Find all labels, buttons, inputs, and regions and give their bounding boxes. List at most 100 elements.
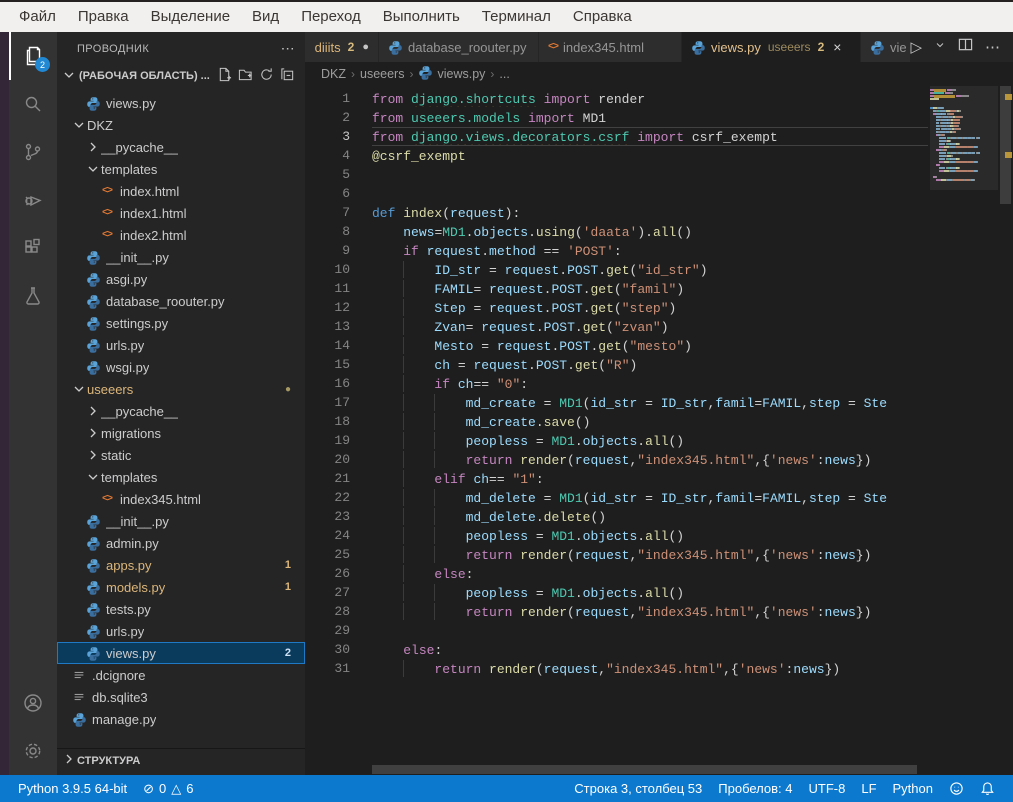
code-line-9[interactable]: 9 if request.method == 'POST': [305, 241, 928, 260]
new-folder-icon[interactable] [238, 67, 253, 85]
code-line-4[interactable]: 4@csrf_exempt [305, 146, 928, 165]
search-icon[interactable] [9, 80, 57, 128]
tree-file-admin.py[interactable]: admin.py [57, 532, 305, 554]
tree-folder-migrations[interactable]: migrations [57, 422, 305, 444]
line-number[interactable]: 19 [305, 431, 350, 450]
line-number[interactable]: 15 [305, 355, 350, 374]
account-icon[interactable] [9, 679, 57, 727]
tree-file-manage.py[interactable]: manage.py [57, 708, 305, 730]
line-number[interactable]: 6 [305, 184, 350, 203]
extensions-icon[interactable] [9, 224, 57, 272]
menu-item-Справка[interactable]: Справка [562, 2, 643, 32]
code-line-18[interactable]: 18 md_create.save() [305, 412, 928, 431]
code-line-2[interactable]: 2from useeers.models import MD1 [305, 108, 928, 127]
tree-file-index1.html[interactable]: <>index1.html [57, 202, 305, 224]
run-dropdown-icon[interactable] [934, 38, 946, 56]
line-number[interactable]: 5 [305, 165, 350, 184]
tab-diiits[interactable]: diiits2● [305, 32, 379, 62]
code-line-30[interactable]: 30 else: [305, 640, 928, 659]
code-line-13[interactable]: 13 Zvan= request.POST.get("zvan") [305, 317, 928, 336]
problems-status[interactable]: ⊘ 0 △ 6 [135, 775, 201, 802]
line-number[interactable]: 12 [305, 298, 350, 317]
line-number[interactable]: 23 [305, 507, 350, 526]
code-line-19[interactable]: 19 peopless = MD1.objects.all() [305, 431, 928, 450]
explorer-icon[interactable]: 2 [9, 32, 57, 80]
tree-file-index2.html[interactable]: <>index2.html [57, 224, 305, 246]
source-control-icon[interactable] [9, 128, 57, 176]
code-line-27[interactable]: 27 peopless = MD1.objects.all() [305, 583, 928, 602]
indentation-status[interactable]: Пробелов: 4 [710, 775, 800, 802]
cursor-position-status[interactable]: Строка 3, столбец 53 [566, 775, 710, 802]
line-number[interactable]: 21 [305, 469, 350, 488]
tree-file-settings.py[interactable]: settings.py [57, 312, 305, 334]
code-line-7[interactable]: 7def index(request): [305, 203, 928, 222]
line-number[interactable]: 27 [305, 583, 350, 602]
tree-folder-DKZ[interactable]: DKZ [57, 114, 305, 136]
tree-file-views.py[interactable]: views.py [57, 92, 305, 114]
line-number[interactable]: 22 [305, 488, 350, 507]
feedback-icon[interactable] [941, 775, 972, 802]
python-interpreter-status[interactable]: Python 3.9.5 64-bit [10, 775, 135, 802]
code-line-22[interactable]: 22 md_delete = MD1(id_str = ID_str,famil… [305, 488, 928, 507]
line-number[interactable]: 4 [305, 146, 350, 165]
tree-file-asgi.py[interactable]: asgi.py [57, 268, 305, 290]
line-number[interactable]: 30 [305, 640, 350, 659]
code-line-14[interactable]: 14 Mesto = request.POST.get("mesto") [305, 336, 928, 355]
workspace-section-header[interactable]: (РАБОЧАЯ ОБЛАСТЬ) ... [57, 64, 305, 88]
code-line-11[interactable]: 11 FAMIL= request.POST.get("famil") [305, 279, 928, 298]
tree-folder-__pycache__[interactable]: __pycache__ [57, 400, 305, 422]
tree-file-urls.py[interactable]: urls.py [57, 334, 305, 356]
line-number[interactable]: 13 [305, 317, 350, 336]
code-line-10[interactable]: 10 ID_str = request.POST.get("id_str") [305, 260, 928, 279]
code-line-8[interactable]: 8 news=MD1.objects.using('daata').all() [305, 222, 928, 241]
menu-item-Правка[interactable]: Правка [67, 2, 140, 32]
line-number[interactable]: 9 [305, 241, 350, 260]
breadcrumb-item-DKZ[interactable]: DKZ [321, 67, 346, 81]
line-number[interactable]: 28 [305, 602, 350, 621]
collapse-folders-icon[interactable] [280, 67, 295, 85]
code-line-26[interactable]: 26 else: [305, 564, 928, 583]
menu-item-Терминал[interactable]: Терминал [471, 2, 562, 32]
code-line-25[interactable]: 25 return render(request,"index345.html"… [305, 545, 928, 564]
refresh-icon[interactable] [259, 67, 274, 85]
tree-file-index.html[interactable]: <>index.html [57, 180, 305, 202]
tree-file-__init__.py[interactable]: __init__.py [57, 510, 305, 532]
tree-file-views.py[interactable]: views.py2 [57, 642, 305, 664]
code-editor[interactable]: 1from django.shortcuts import render2fro… [305, 86, 1013, 775]
breadcrumb-item-views.py[interactable]: views.py [418, 65, 485, 83]
code-line-20[interactable]: 20 return render(request,"index345.html"… [305, 450, 928, 469]
line-number[interactable]: 24 [305, 526, 350, 545]
tree-folder-__pycache__[interactable]: __pycache__ [57, 136, 305, 158]
line-number[interactable]: 3 [305, 127, 350, 146]
tab-index345.html[interactable]: <>index345.html [539, 32, 682, 62]
code-line-31[interactable]: 31 return render(request,"index345.html"… [305, 659, 928, 678]
code-line-15[interactable]: 15 ch = request.POST.get("R") [305, 355, 928, 374]
tree-file-.dcignore[interactable]: .dcignore [57, 664, 305, 686]
tab-database_roouter.py[interactable]: database_roouter.py [379, 32, 539, 62]
line-number[interactable]: 25 [305, 545, 350, 564]
run-debug-icon[interactable] [9, 176, 57, 224]
vertical-scrollbar[interactable] [998, 86, 1013, 775]
line-number[interactable]: 7 [305, 203, 350, 222]
code-line-12[interactable]: 12 Step = request.POST.get("step") [305, 298, 928, 317]
line-number[interactable]: 8 [305, 222, 350, 241]
tree-file-db.sqlite3[interactable]: db.sqlite3 [57, 686, 305, 708]
code-line-24[interactable]: 24 peopless = MD1.objects.all() [305, 526, 928, 545]
horizontal-scrollbar-thumb[interactable] [372, 765, 917, 774]
line-number[interactable]: 2 [305, 108, 350, 127]
line-number[interactable]: 17 [305, 393, 350, 412]
tree-folder-static[interactable]: static [57, 444, 305, 466]
minimap[interactable] [930, 89, 998, 182]
more-actions-icon[interactable]: ⋯ [985, 38, 1001, 56]
code-line-16[interactable]: 16 if ch== "0": [305, 374, 928, 393]
code-line-17[interactable]: 17 md_create = MD1(id_str = ID_str,famil… [305, 393, 928, 412]
close-tab-icon[interactable]: × [833, 39, 841, 55]
code-line-6[interactable]: 6 [305, 184, 928, 203]
tree-folder-templates[interactable]: templates [57, 158, 305, 180]
tree-file-urls.py[interactable]: urls.py [57, 620, 305, 642]
vertical-scrollbar-thumb[interactable] [1000, 86, 1011, 204]
tree-file-wsgi.py[interactable]: wsgi.py [57, 356, 305, 378]
line-number[interactable]: 11 [305, 279, 350, 298]
line-number[interactable]: 10 [305, 260, 350, 279]
menu-item-Переход[interactable]: Переход [290, 2, 372, 32]
